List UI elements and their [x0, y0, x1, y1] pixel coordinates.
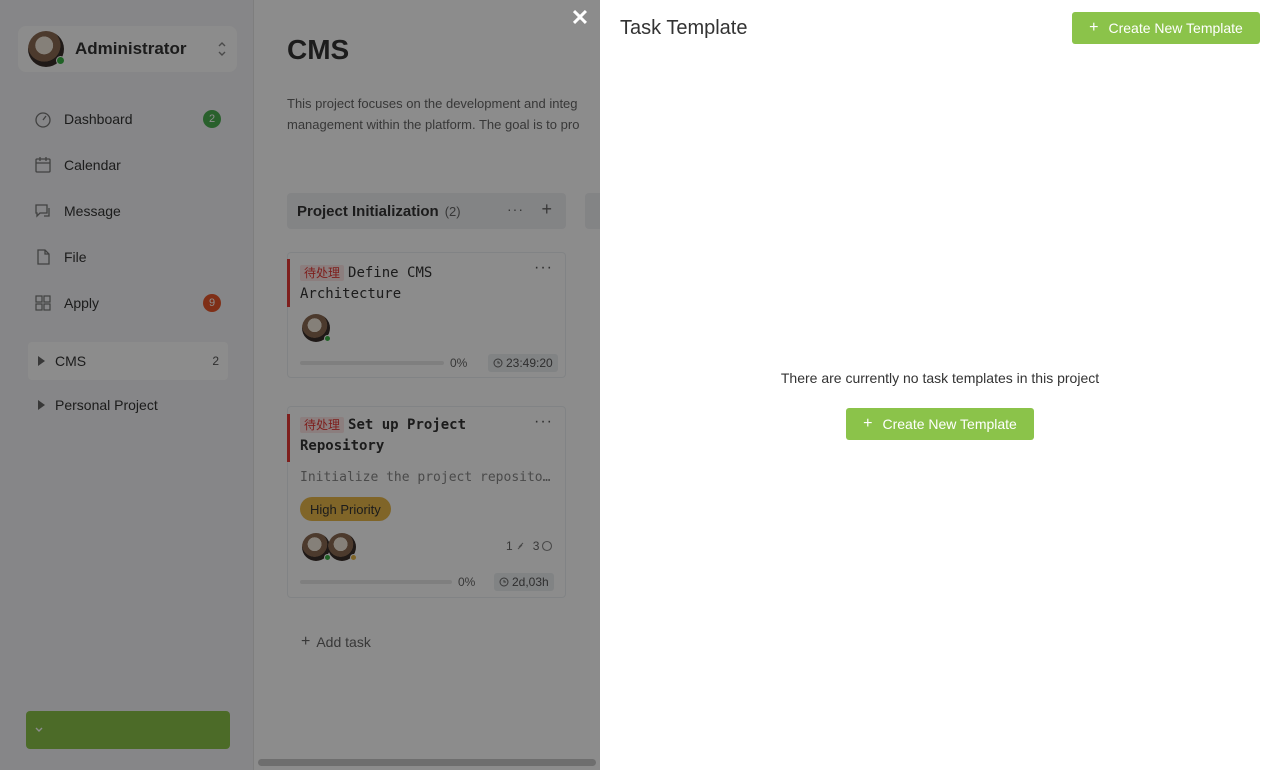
task-template-drawer: Task Template + Create New Template Ther…	[600, 0, 1280, 770]
create-template-button[interactable]: + Create New Template	[1072, 12, 1260, 44]
empty-state-message: There are currently no task templates in…	[780, 370, 1100, 386]
close-icon[interactable]: ✕	[570, 7, 590, 29]
modal-backdrop[interactable]	[0, 0, 600, 770]
plus-icon: +	[863, 415, 873, 432]
create-template-label: Create New Template	[882, 416, 1017, 432]
plus-icon: +	[1089, 19, 1099, 36]
empty-create-template-button[interactable]: + Create New Template	[846, 408, 1034, 440]
drawer-title: Task Template	[620, 17, 748, 39]
create-template-label: Create New Template	[1108, 20, 1243, 36]
